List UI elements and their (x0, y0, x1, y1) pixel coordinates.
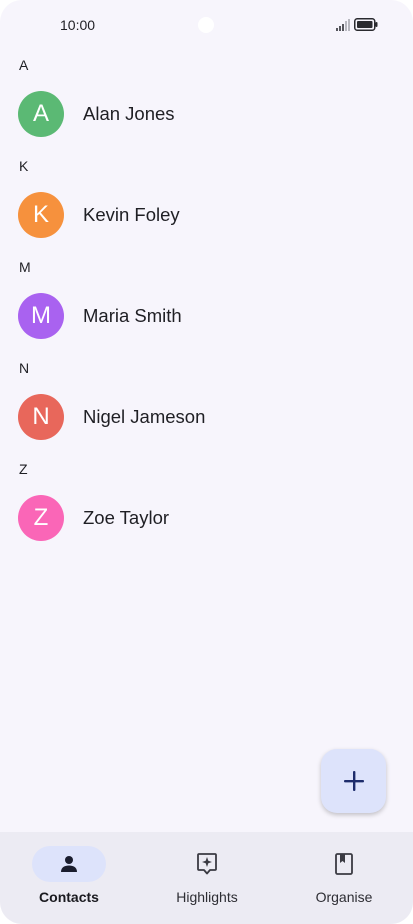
nav-icon-container (170, 846, 244, 882)
contact-name: Zoe Taylor (83, 507, 170, 528)
contact-row-zoe-taylor[interactable]: Z Zoe Taylor (0, 486, 413, 550)
person-icon (61, 856, 77, 872)
nav-icon-container (307, 846, 381, 882)
contact-row-maria-smith[interactable]: M Maria Smith (0, 284, 413, 348)
avatar: K (18, 192, 64, 238)
nav-label-contacts: Contacts (39, 889, 99, 905)
bookmark-icon (335, 853, 353, 875)
signal-icon (336, 19, 350, 31)
contact-name: Alan Jones (83, 103, 175, 124)
camera-cutout (198, 17, 214, 33)
battery-icon (354, 18, 378, 31)
nav-label-highlights: Highlights (176, 889, 238, 905)
section-header-k: K (19, 158, 29, 174)
section-header-m: M (19, 259, 31, 275)
contact-name: Kevin Foley (83, 204, 180, 225)
nav-item-organise[interactable]: Organise (275, 832, 413, 924)
contact-name: Nigel Jameson (83, 406, 206, 427)
section-header-a: A (19, 57, 29, 73)
bottom-navigation: Contacts Highlights Organise (0, 832, 413, 924)
avatar: N (18, 394, 64, 440)
avatar: Z (18, 495, 64, 541)
add-icon (343, 771, 364, 791)
avatar: M (18, 293, 64, 339)
status-bar: 10:00 (0, 0, 413, 50)
nav-item-highlights[interactable]: Highlights (138, 832, 276, 924)
contact-name: Maria Smith (83, 305, 182, 326)
nav-active-indicator (32, 846, 106, 882)
section-header-z: Z (19, 461, 28, 477)
contact-row-alan-jones[interactable]: A Alan Jones (0, 82, 413, 146)
avatar: A (18, 91, 64, 137)
nav-label-organise: Organise (315, 889, 373, 905)
contact-row-kevin-foley[interactable]: K Kevin Foley (0, 183, 413, 247)
section-header-n: N (19, 360, 30, 376)
contact-row-nigel-jameson[interactable]: N Nigel Jameson (0, 385, 413, 449)
phone-screen: 10:00 A A Alan Jones K K Kevin Foley M M… (0, 0, 413, 924)
add-contact-button[interactable] (321, 749, 386, 813)
highlights-icon (197, 853, 217, 875)
nav-item-contacts[interactable]: Contacts (0, 832, 138, 924)
status-time: 10:00 (60, 17, 96, 33)
